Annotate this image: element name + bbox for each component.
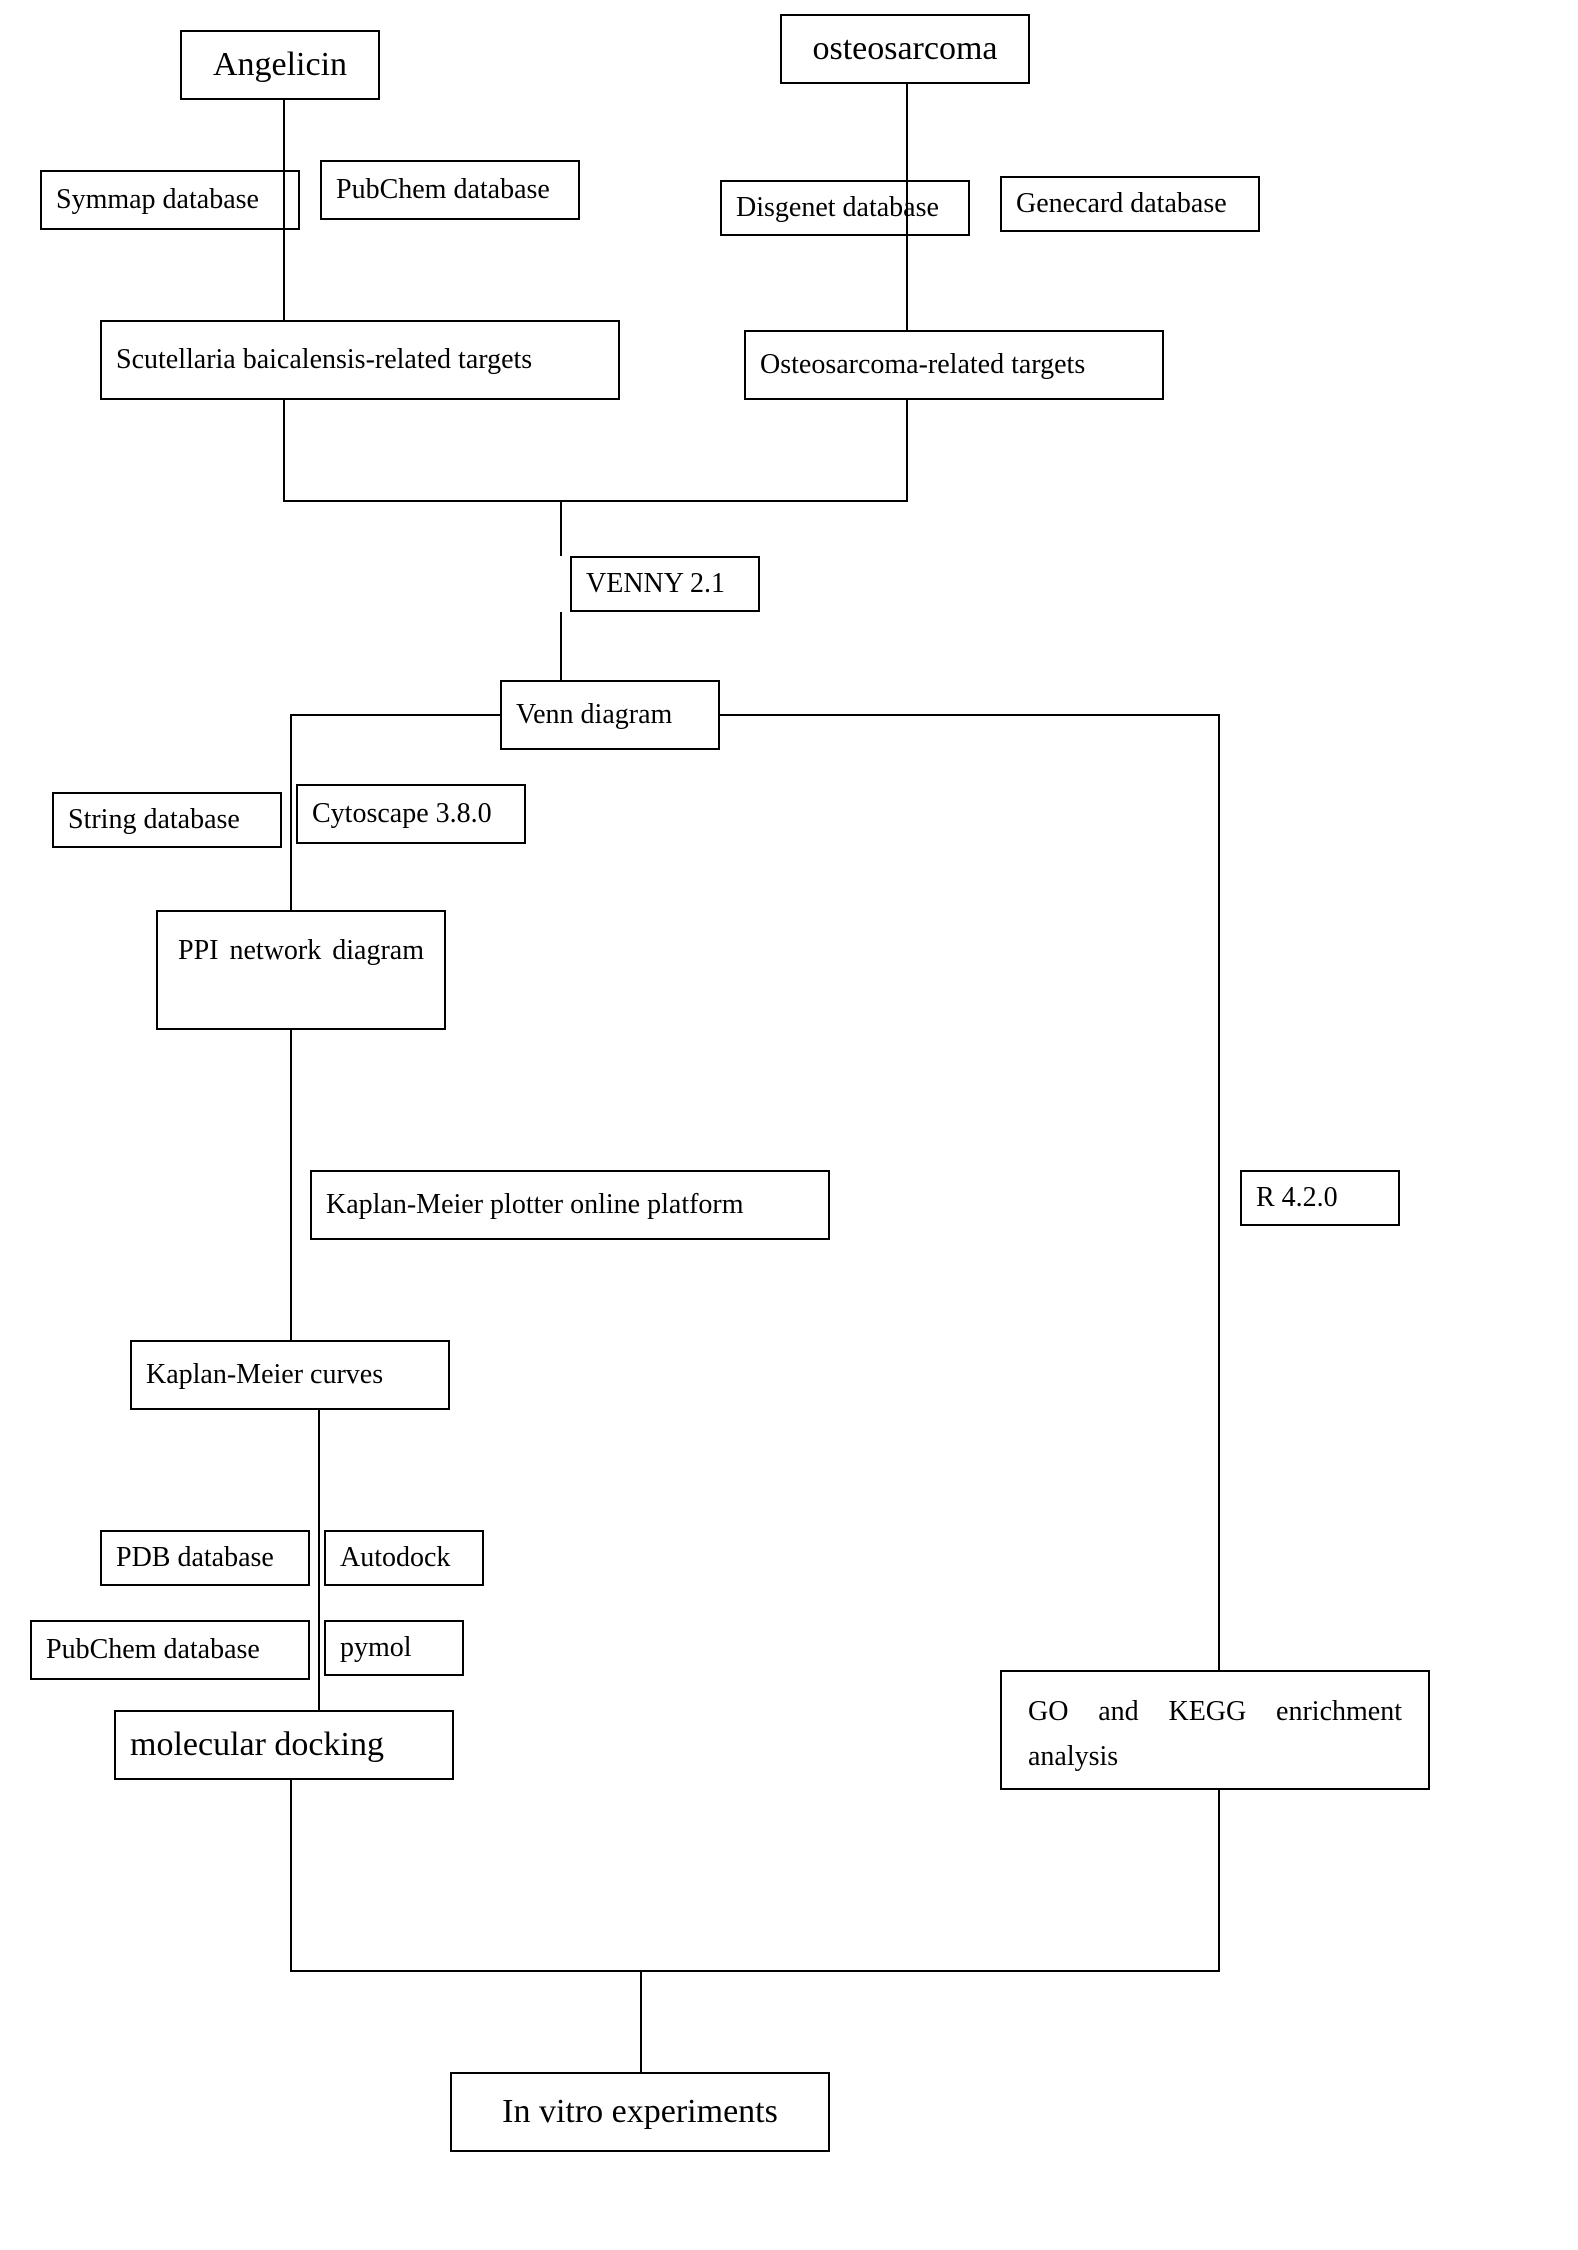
line: [283, 100, 285, 320]
line: [560, 612, 562, 680]
node-disgenet: Disgenet database: [720, 180, 970, 236]
line: [906, 84, 908, 330]
node-symmap: Symmap database: [40, 170, 300, 230]
line: [290, 1030, 292, 1340]
line: [283, 400, 285, 502]
node-os-targets: Osteosarcoma-related targets: [744, 330, 1164, 400]
node-pymol: pymol: [324, 1620, 464, 1676]
node-cytoscape: Cytoscape 3.8.0: [296, 784, 526, 844]
line: [290, 1780, 292, 1972]
node-venny: VENNY 2.1: [570, 556, 760, 612]
node-angelicin: Angelicin: [180, 30, 380, 100]
node-invitro: In vitro experiments: [450, 2072, 830, 2152]
node-string: String database: [52, 792, 282, 848]
node-osteosarcoma: osteosarcoma: [780, 14, 1030, 84]
line: [640, 1970, 642, 2072]
node-km-plotter: Kaplan-Meier plotter online platform: [310, 1170, 830, 1240]
line: [290, 714, 500, 716]
line: [318, 1410, 320, 1710]
line: [906, 400, 908, 502]
node-km-curves: Kaplan-Meier curves: [130, 1340, 450, 1410]
line: [1218, 1790, 1220, 1972]
node-go-kegg: GO and KEGG enrichment analysis: [1000, 1670, 1430, 1790]
node-pubchem2: PubChem database: [30, 1620, 310, 1680]
line: [1218, 714, 1220, 1670]
node-pubchem1: PubChem database: [320, 160, 580, 220]
node-pdb: PDB database: [100, 1530, 310, 1586]
line: [720, 714, 1220, 716]
line: [290, 1970, 1220, 1972]
line: [290, 714, 292, 910]
line: [283, 500, 908, 502]
line: [560, 500, 562, 556]
node-autodock: Autodock: [324, 1530, 484, 1586]
node-sb-targets: Scutellaria baicalensis-related targets: [100, 320, 620, 400]
node-docking: molecular docking: [114, 1710, 454, 1780]
node-venn: Venn diagram: [500, 680, 720, 750]
node-genecard: Genecard database: [1000, 176, 1260, 232]
node-ppi: PPI network diagram: [156, 910, 446, 1030]
node-r420: R 4.2.0: [1240, 1170, 1400, 1226]
